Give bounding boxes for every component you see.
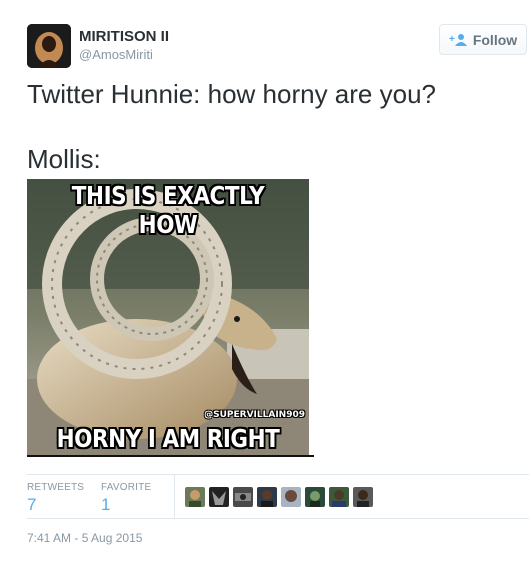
favorites-stat[interactable]: FAVORITE 1 [101,482,151,515]
tweet-image[interactable]: THIS IS EXACTLY HOW @SUPERVILLAIN909 HOR… [27,179,309,455]
user-display-name[interactable]: MIRITISON II [79,28,169,45]
tweet-text-line-1: Twitter Hunnie: how horny are you? [27,79,436,109]
favoriter-avatar[interactable] [209,487,229,507]
favorites-label: FAVORITE [101,482,152,493]
favoriter-avatar[interactable] [281,487,301,507]
favoriter-avatar[interactable] [305,487,325,507]
stats-divider-top [27,474,529,475]
person-silhouette-avatar-icon [27,24,71,68]
follow-button[interactable]: + Follow [439,24,527,55]
meme-top-text: THIS IS EXACTLY HOW [71,181,265,239]
meme-watermark: @SUPERVILLAIN909 [204,410,305,420]
stats-vertical-divider [174,475,175,518]
follow-label: Follow [472,31,518,48]
retweets-count: 7 [27,495,37,514]
favoriter-avatar[interactable] [233,487,253,507]
favorites-count: 1 [101,495,111,514]
tweet-timestamp[interactable]: 7:41 AM - 5 Aug 2015 [27,531,142,545]
favoriter-avatar[interactable] [329,487,349,507]
favoriter-avatars [185,487,373,507]
favoriter-avatar[interactable] [185,487,205,507]
retweets-label: RETWEETS [27,482,85,493]
add-user-icon: + [449,33,469,47]
tweet-text-line-2: Mollis: [27,144,101,174]
image-underline [27,455,314,457]
svg-text:+: + [449,34,455,45]
stats-divider-bottom [27,518,529,519]
favoriter-avatar[interactable] [353,487,373,507]
favoriter-avatar[interactable] [257,487,277,507]
retweets-stat[interactable]: RETWEETS 7 [27,482,84,515]
meme-bottom-text: HORNY I AM RIGHT NOW [56,424,280,455]
user-handle[interactable]: @AmosMiriti [79,47,153,62]
user-avatar[interactable] [27,24,71,68]
